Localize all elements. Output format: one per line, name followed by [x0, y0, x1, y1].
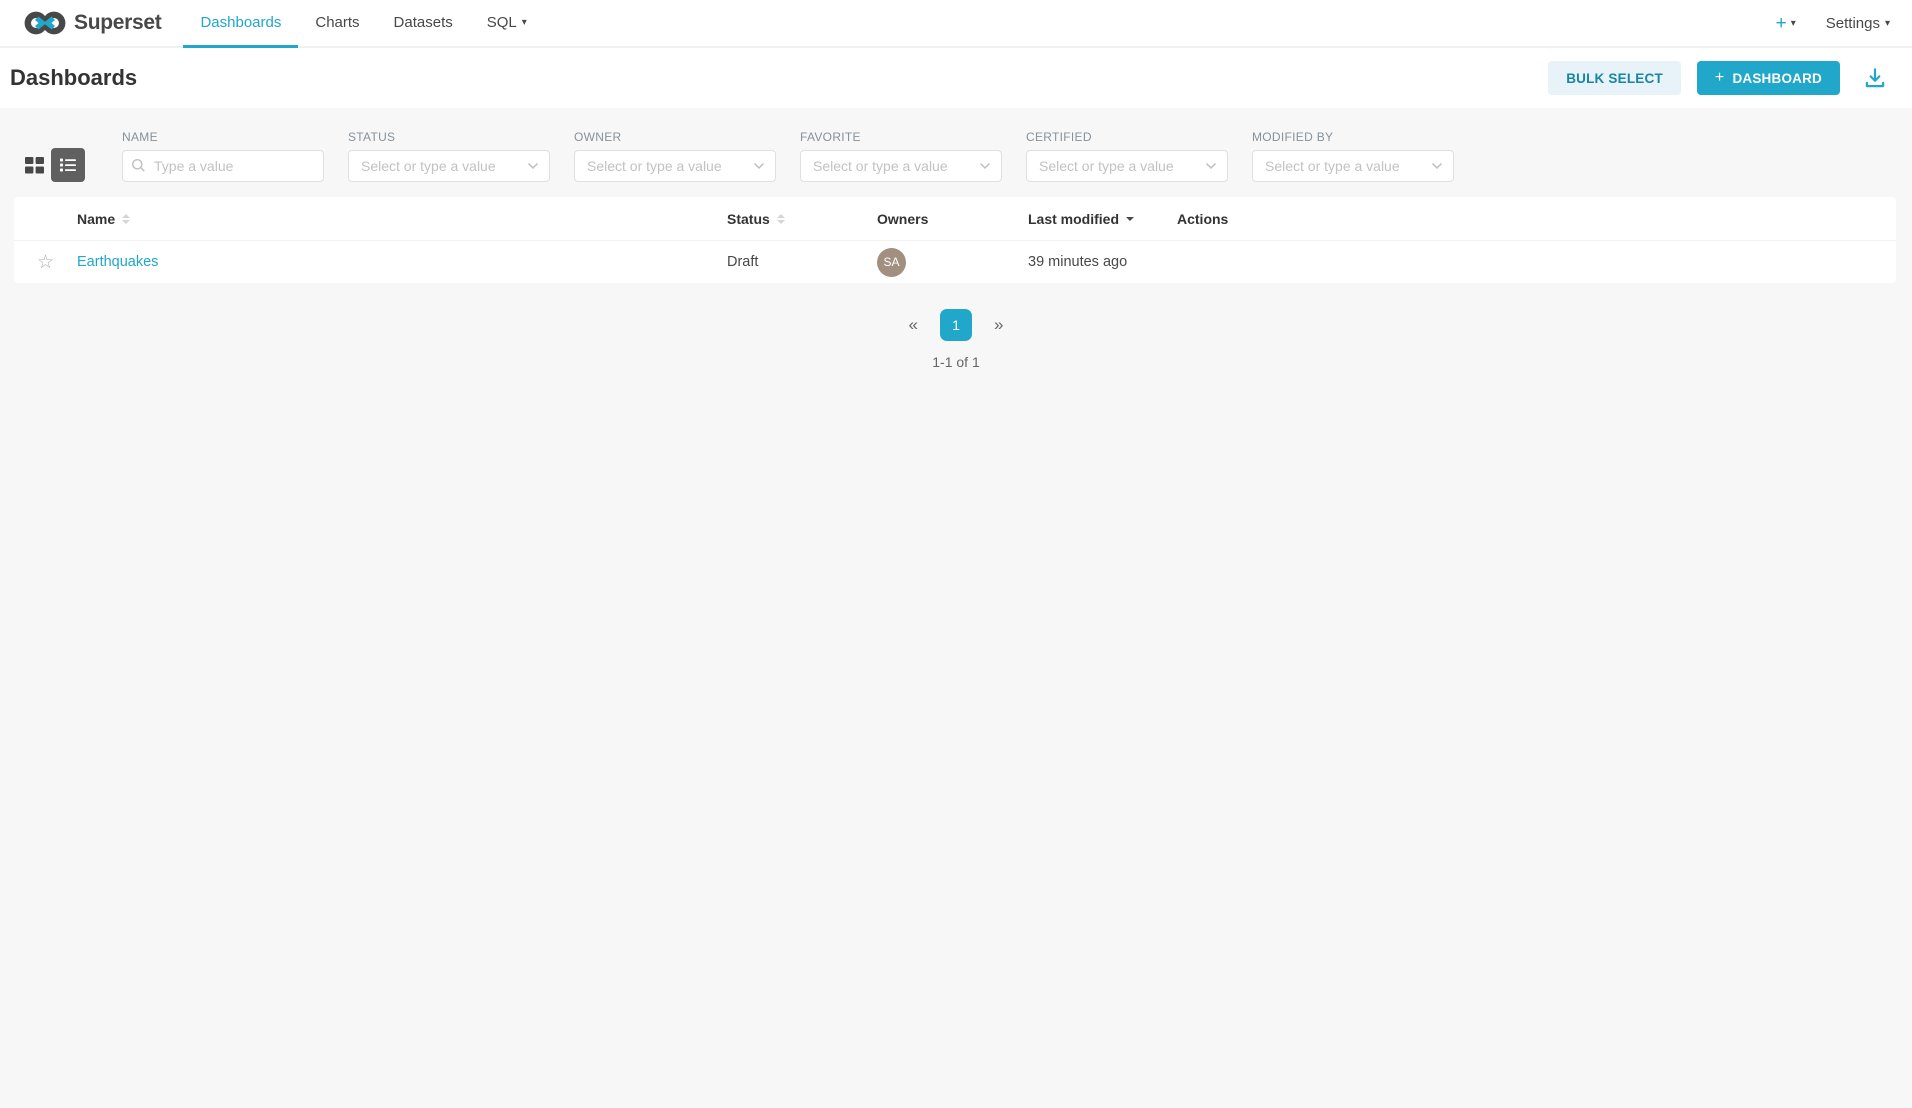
grid-icon	[24, 155, 45, 176]
column-header-owners: Owners	[877, 211, 1028, 227]
import-dashboards-button[interactable]	[1862, 65, 1888, 91]
select-placeholder: Select or type a value	[1039, 158, 1205, 174]
select-placeholder: Select or type a value	[813, 158, 979, 174]
bulk-select-button[interactable]: BULK SELECT	[1548, 61, 1681, 95]
chevron-down-icon	[1205, 162, 1217, 170]
status-filter-select[interactable]: Select or type a value	[348, 150, 550, 182]
filter-group-favorite: FAVORITE Select or type a value	[800, 130, 1002, 182]
pagination-summary: 1-1 of 1	[0, 354, 1912, 370]
certified-filter-select[interactable]: Select or type a value	[1026, 150, 1228, 182]
nav-item-charts[interactable]: Charts	[298, 0, 376, 48]
search-icon	[131, 158, 146, 173]
card-view-toggle[interactable]	[17, 148, 51, 182]
column-header-name[interactable]: Name	[77, 211, 727, 227]
owner-avatar[interactable]: SA	[877, 248, 906, 277]
filter-group-modified-by: MODIFIED BY Select or type a value	[1252, 130, 1454, 182]
brand-name: Superset	[74, 11, 161, 35]
list-view-toggle[interactable]	[51, 148, 85, 182]
next-page-button[interactable]: »	[994, 315, 1003, 335]
filter-label: CERTIFIED	[1026, 130, 1228, 144]
plus-icon: +	[1715, 69, 1725, 87]
new-dashboard-label: DASHBOARD	[1732, 71, 1822, 86]
column-header-last-modified[interactable]: Last modified	[1028, 211, 1177, 227]
new-dashboard-button[interactable]: + DASHBOARD	[1697, 61, 1840, 95]
page-title: Dashboards	[10, 65, 137, 91]
title-actions: BULK SELECT + DASHBOARD	[1548, 61, 1888, 95]
table-row: ☆ Earthquakes Draft SA 39 minutes ago	[14, 241, 1896, 283]
previous-page-button[interactable]: «	[909, 315, 918, 335]
last-modified-value: 39 minutes ago	[1028, 254, 1127, 270]
filter-group-name: NAME	[122, 130, 324, 182]
dashboard-link[interactable]: Earthquakes	[77, 254, 158, 270]
select-placeholder: Select or type a value	[361, 158, 527, 174]
favorite-filter-select[interactable]: Select or type a value	[800, 150, 1002, 182]
sort-icon	[122, 214, 130, 224]
dashboards-table: Name Status Owners Last modified Actions…	[14, 197, 1896, 283]
select-placeholder: Select or type a value	[1265, 158, 1431, 174]
nav-item-datasets[interactable]: Datasets	[377, 0, 470, 48]
filter-label: NAME	[122, 130, 324, 144]
chevron-down-icon: ▾	[522, 17, 527, 28]
column-header-actions: Actions	[1177, 211, 1896, 227]
chevron-down-icon	[979, 162, 991, 170]
filter-group-certified: CERTIFIED Select or type a value	[1026, 130, 1228, 182]
chevron-down-icon: ▾	[1791, 18, 1796, 29]
status-value: Draft	[727, 254, 758, 270]
table-header-row: Name Status Owners Last modified Actions	[14, 197, 1896, 241]
chevron-down-icon: ▾	[1885, 18, 1890, 29]
download-icon	[1862, 65, 1888, 91]
page-1-button[interactable]: 1	[940, 309, 972, 341]
chevron-down-icon	[753, 162, 765, 170]
filter-label: FAVORITE	[800, 130, 1002, 144]
filter-label: OWNER	[574, 130, 776, 144]
filter-label: STATUS	[348, 130, 550, 144]
select-placeholder: Select or type a value	[587, 158, 753, 174]
owner-filter-select[interactable]: Select or type a value	[574, 150, 776, 182]
settings-menu-button[interactable]: Settings ▾	[1826, 15, 1890, 32]
filter-group-status: STATUS Select or type a value	[348, 130, 550, 182]
pagination: « 1 »	[0, 309, 1912, 341]
list-icon	[58, 155, 78, 175]
superset-logo[interactable]: Superset	[24, 0, 161, 46]
nav-right: + ▾ Settings ▾	[1776, 0, 1912, 46]
sort-icon	[777, 214, 785, 224]
view-mode-toggles	[17, 148, 85, 182]
page-content: NAME STATUS Select or type a value OWNER…	[0, 108, 1912, 1108]
chevron-down-icon	[1431, 162, 1443, 170]
filter-bar: NAME STATUS Select or type a value OWNER…	[0, 108, 1912, 182]
filter-label: MODIFIED BY	[1252, 130, 1454, 144]
plus-icon: +	[1776, 14, 1787, 33]
sort-desc-icon	[1126, 217, 1134, 221]
filter-group-owner: OWNER Select or type a value	[574, 130, 776, 182]
favorite-star-icon[interactable]: ☆	[37, 253, 54, 272]
title-bar: Dashboards BULK SELECT + DASHBOARD	[0, 48, 1912, 108]
column-header-status[interactable]: Status	[727, 211, 877, 227]
modified-by-filter-select[interactable]: Select or type a value	[1252, 150, 1454, 182]
new-item-menu-button[interactable]: + ▾	[1776, 14, 1796, 33]
nav-item-sql[interactable]: SQL▾	[470, 0, 544, 48]
superset-infinity-icon	[24, 9, 66, 37]
name-filter-input[interactable]	[122, 150, 324, 182]
top-nav: Superset Dashboards Charts Datasets SQL▾…	[0, 0, 1912, 48]
settings-label: Settings	[1826, 15, 1880, 32]
nav-item-dashboards[interactable]: Dashboards	[183, 0, 298, 48]
chevron-down-icon	[527, 162, 539, 170]
main-nav: Dashboards Charts Datasets SQL▾	[183, 0, 543, 46]
